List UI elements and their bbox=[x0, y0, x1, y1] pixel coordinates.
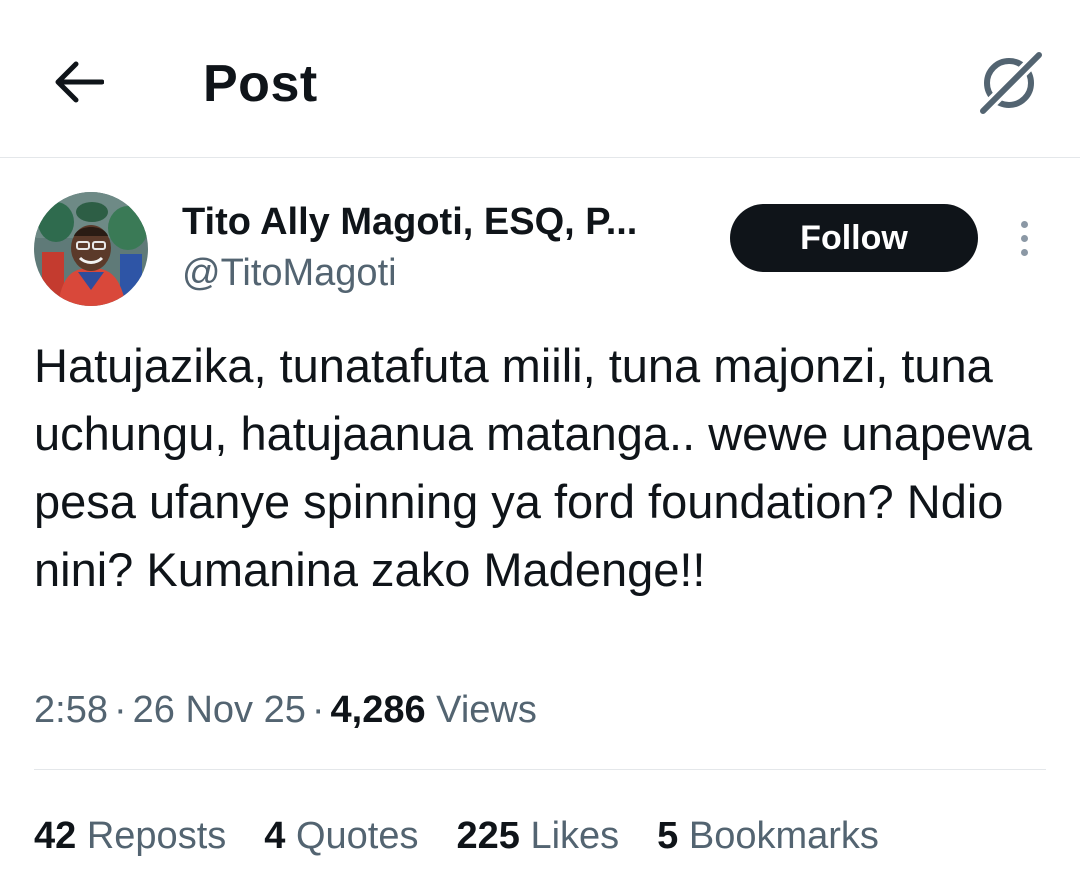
back-button[interactable] bbox=[40, 48, 116, 116]
post-time[interactable]: 2:58 bbox=[34, 689, 108, 731]
views-count: 4,286 bbox=[330, 689, 426, 731]
author-handle[interactable]: @TitoMagoti bbox=[182, 249, 397, 297]
stat-label: Likes bbox=[530, 815, 620, 857]
separator: · bbox=[113, 689, 127, 731]
more-options-button[interactable] bbox=[1002, 214, 1046, 262]
stat-label: Reposts bbox=[86, 815, 227, 857]
grok-icon bbox=[978, 50, 1044, 116]
likes-stat[interactable]: 225 Likes bbox=[456, 808, 619, 864]
arrow-left-icon bbox=[55, 61, 104, 103]
post-date[interactable]: 26 Nov 25 bbox=[133, 689, 306, 731]
views-label: Views bbox=[436, 689, 537, 731]
stat-count: 42 bbox=[34, 815, 77, 857]
profile-photo bbox=[34, 192, 148, 306]
top-bar: Post bbox=[0, 0, 1080, 158]
stat-label: Bookmarks bbox=[688, 815, 879, 857]
more-vertical-icon bbox=[1020, 248, 1028, 256]
avatar[interactable] bbox=[34, 192, 148, 306]
stat-label: Quotes bbox=[295, 815, 419, 857]
stat-count: 4 bbox=[264, 815, 286, 857]
author-name[interactable]: Tito Ally Magoti, ESQ, P... bbox=[182, 198, 702, 246]
reposts-stat[interactable]: 42 Reposts bbox=[34, 808, 226, 864]
stat-count: 225 bbox=[456, 815, 520, 857]
divider bbox=[34, 769, 1046, 770]
post-text: Hatujazika, tunatafuta miili, tuna majon… bbox=[34, 339, 1033, 596]
engagement-stats: 42 Reposts 4 Quotes 225 Likes 5 Bookmark… bbox=[34, 808, 879, 864]
stat-count: 5 bbox=[657, 815, 679, 857]
quotes-stat[interactable]: 4 Quotes bbox=[264, 808, 418, 864]
page-title: Post bbox=[203, 55, 318, 113]
post-meta: 2:58 · 26 Nov 25 · 4,286 Views bbox=[34, 683, 537, 737]
more-vertical-icon bbox=[1020, 234, 1028, 242]
bookmarks-stat[interactable]: 5 Bookmarks bbox=[657, 808, 879, 864]
follow-button[interactable]: Follow bbox=[730, 204, 978, 272]
separator: · bbox=[311, 689, 325, 731]
grok-button[interactable] bbox=[972, 44, 1048, 120]
more-vertical-icon bbox=[1020, 220, 1028, 228]
